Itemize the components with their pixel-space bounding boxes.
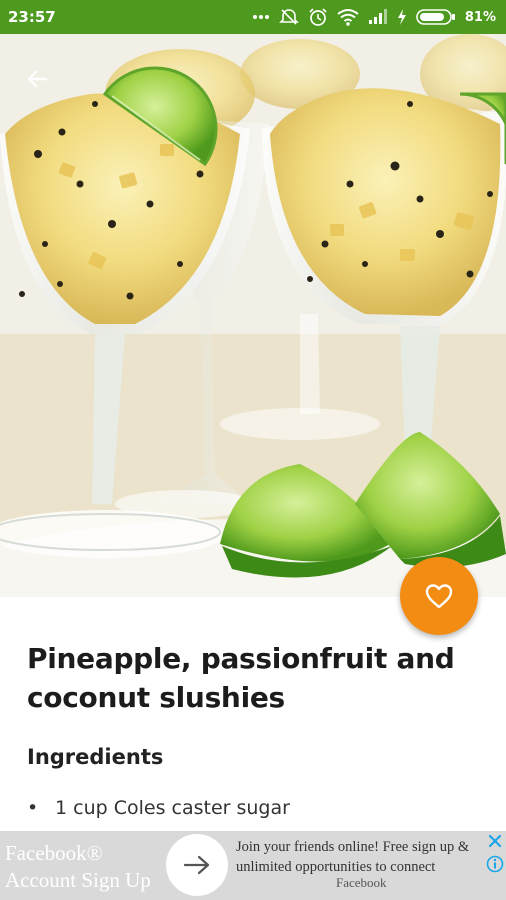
bullet: •	[27, 797, 39, 819]
ad-banner[interactable]: Facebook® Account Sign Up Join your frie…	[0, 831, 506, 900]
list-item: • 1 cup Coles caster sugar	[27, 797, 290, 819]
ingredient-list: • 1 cup Coles caster sugar	[27, 797, 290, 819]
status-icons: 81%	[252, 7, 496, 27]
close-icon[interactable]	[487, 833, 503, 849]
signal-icon	[368, 9, 387, 24]
ad-headline[interactable]: Facebook® Account Sign Up	[5, 840, 175, 894]
ingredient-text: 1 cup Coles caster sugar	[55, 797, 290, 819]
heart-outline-icon	[425, 584, 453, 609]
recipe-hero-image	[0, 34, 506, 597]
battery-percent: 81%	[464, 9, 496, 25]
charging-bolt-icon	[397, 9, 406, 25]
status-time: 23:57	[8, 8, 56, 26]
status-bar: 23:57 81%	[0, 0, 506, 34]
favorite-button[interactable]	[400, 557, 478, 635]
ingredients-heading: Ingredients	[27, 745, 164, 769]
wifi-icon	[337, 9, 359, 26]
info-icon[interactable]	[486, 855, 504, 873]
ad-arrow-button[interactable]	[166, 834, 228, 896]
alarm-off-icon	[278, 9, 299, 25]
recipe-title: Pineapple, passionfruit and coconut slus…	[27, 642, 455, 714]
back-button[interactable]	[22, 64, 52, 94]
arrow-right-icon	[183, 855, 210, 875]
ad-sponsor: Facebook	[336, 875, 387, 890]
battery-icon	[416, 9, 455, 25]
more-dots-icon	[252, 15, 269, 19]
alarm-icon	[309, 8, 327, 26]
back-arrow-icon	[27, 70, 48, 88]
slushies-photo	[0, 34, 506, 597]
ad-body[interactable]: Join your friends online! Free sign up &…	[236, 837, 486, 877]
